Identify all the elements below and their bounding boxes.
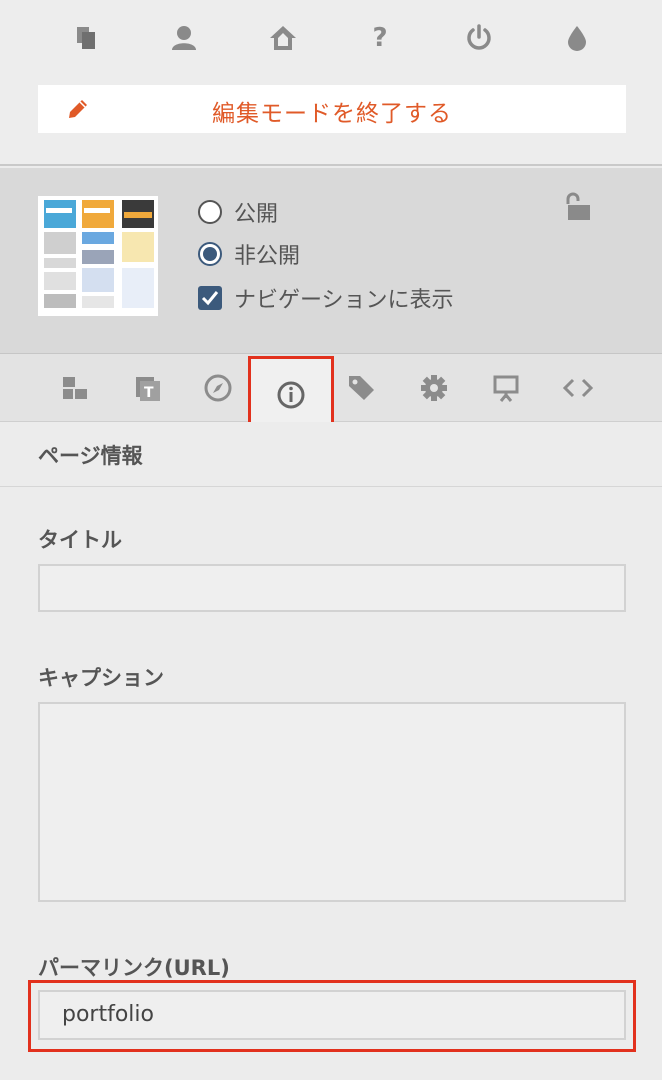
user-icon[interactable] [168,22,200,54]
permalink-input[interactable]: portfolio [38,990,626,1040]
private-radio-option[interactable]: 非公開 [198,238,300,270]
power-icon[interactable] [463,22,495,54]
top-toolbar: ? 編集モードを終了する [0,0,662,166]
permalink-field-label: パーマリンク(URL) [38,956,230,980]
drop-icon[interactable] [561,22,593,54]
page-info-section: ページ情報 タイトル キャプション パーマリンク(URL) portfolio [0,422,662,1080]
exit-edit-mode-label: 編集モードを終了する [212,101,452,127]
private-label: 非公開 [234,244,301,269]
title-input[interactable] [38,564,626,612]
unlock-icon[interactable] [562,192,592,222]
home-icon[interactable] [267,22,299,54]
blocks-icon [63,377,87,399]
pages-icon[interactable] [70,22,102,54]
public-radio[interactable] [198,200,222,224]
permalink-input-value: portfolio [62,1002,154,1027]
tab-settings[interactable] [404,360,464,416]
caption-field-label: キャプション [38,666,164,690]
show-in-navigation-checkbox[interactable] [198,286,222,310]
compass-icon [204,374,232,402]
check-icon [201,291,219,306]
show-in-navigation-label: ナビゲーションに表示 [234,288,454,313]
svg-text:T: T [144,385,154,401]
settings-tabs: T [0,354,662,434]
public-label: 公開 [234,202,279,227]
exit-edit-mode-button[interactable]: 編集モードを終了する [38,85,626,133]
section-title: ページ情報 [38,444,143,468]
code-icon [562,378,594,398]
caption-textarea[interactable] [38,702,626,902]
tab-blocks[interactable] [44,360,104,416]
tab-tags[interactable] [332,360,392,416]
text-icon: T [136,377,160,401]
gear-icon [421,375,447,401]
help-glyph: ? [372,23,388,53]
tab-navigation[interactable] [188,360,248,416]
page-thumbnail[interactable] [38,196,158,316]
tab-presentation[interactable] [476,360,536,416]
private-radio[interactable] [198,242,222,266]
title-field-label: タイトル [38,528,122,552]
show-in-navigation-option[interactable]: ナビゲーションに表示 [198,282,454,314]
tab-text[interactable]: T [116,360,176,416]
help-icon[interactable]: ? [364,22,396,54]
public-radio-option[interactable]: 公開 [198,196,278,228]
page-settings-panel: 公開 非公開 ナビゲーションに表示 [0,168,662,354]
divider [0,486,662,487]
tab-code[interactable] [548,360,608,416]
presentation-icon [493,375,519,402]
tag-icon [349,376,374,400]
info-icon [277,381,305,409]
